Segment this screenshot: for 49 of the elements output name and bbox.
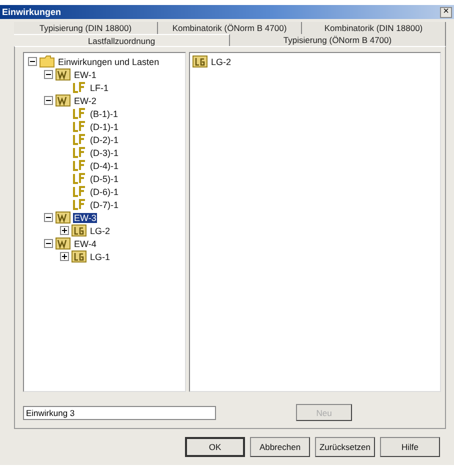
lf-icon — [71, 198, 87, 211]
lg-icon — [192, 55, 208, 68]
tree-item[interactable]: EW-1 — [73, 70, 98, 80]
tab[interactable]: Kombinatorik (DIN 18800) — [302, 22, 446, 34]
lf-icon — [71, 185, 87, 198]
tree-item[interactable]: (D-1)-1 — [89, 122, 120, 132]
lf-icon — [71, 120, 87, 133]
tree-item[interactable]: LF-1 — [89, 82, 110, 92]
tree-item[interactable]: (D-2)-1 — [89, 134, 120, 144]
dialog-button[interactable]: Zurücksetzen — [315, 437, 375, 457]
list-item[interactable]: LG-2 — [210, 56, 232, 66]
folder-icon — [39, 55, 55, 68]
tree-item[interactable]: EW-4 — [73, 238, 98, 248]
name-field[interactable]: Einwirkung 3 — [23, 406, 216, 420]
tree-item[interactable]: (D-6)-1 — [89, 186, 120, 196]
expander-icon[interactable] — [28, 57, 37, 66]
expander-icon[interactable] — [44, 96, 53, 105]
dialog-button[interactable]: Abbrechen — [250, 437, 310, 457]
expander-icon[interactable] — [44, 70, 53, 79]
tree-item[interactable]: (D-4)-1 — [89, 160, 120, 170]
tab[interactable]: Lastfallzuordnung — [14, 34, 230, 46]
tab[interactable]: Typisierung (ÖNorm B 4700) — [230, 34, 446, 46]
dialog-button[interactable]: OK — [185, 437, 245, 457]
tree-item[interactable]: Einwirkungen und Lasten — [57, 56, 160, 66]
tree-item[interactable]: (D-7)-1 — [89, 200, 120, 210]
expander-icon[interactable] — [60, 226, 69, 235]
lf-icon — [71, 146, 87, 159]
lf-icon — [71, 159, 87, 172]
lf-icon — [71, 133, 87, 146]
tree-item[interactable]: (D-5)-1 — [89, 174, 120, 184]
tab[interactable]: Typisierung (DIN 18800) — [14, 22, 158, 34]
tree-item[interactable]: (B-1)-1 — [89, 108, 120, 118]
lg-icon — [71, 250, 87, 263]
lg-icon — [71, 224, 87, 237]
expander-icon[interactable] — [44, 213, 53, 222]
tree-item[interactable]: LG-1 — [89, 252, 112, 262]
tree-item[interactable]: (D-3)-1 — [89, 148, 120, 158]
lf-icon — [71, 172, 87, 185]
close-button[interactable]: × — [440, 6, 452, 18]
dialog-button[interactable]: Hilfe — [380, 437, 440, 457]
tab[interactable]: Kombinatorik (ÖNorm B 4700) — [158, 22, 302, 34]
tree-item[interactable]: LG-2 — [89, 226, 112, 236]
window-title: Einwirkungen — [2, 7, 62, 17]
lf-icon — [71, 81, 87, 94]
expander-icon[interactable] — [60, 252, 69, 261]
lf-icon — [71, 107, 87, 120]
tree-item[interactable]: EW-2 — [73, 96, 98, 106]
expander-icon[interactable] — [44, 239, 53, 248]
tree-item[interactable]: EW-3 — [73, 212, 98, 222]
